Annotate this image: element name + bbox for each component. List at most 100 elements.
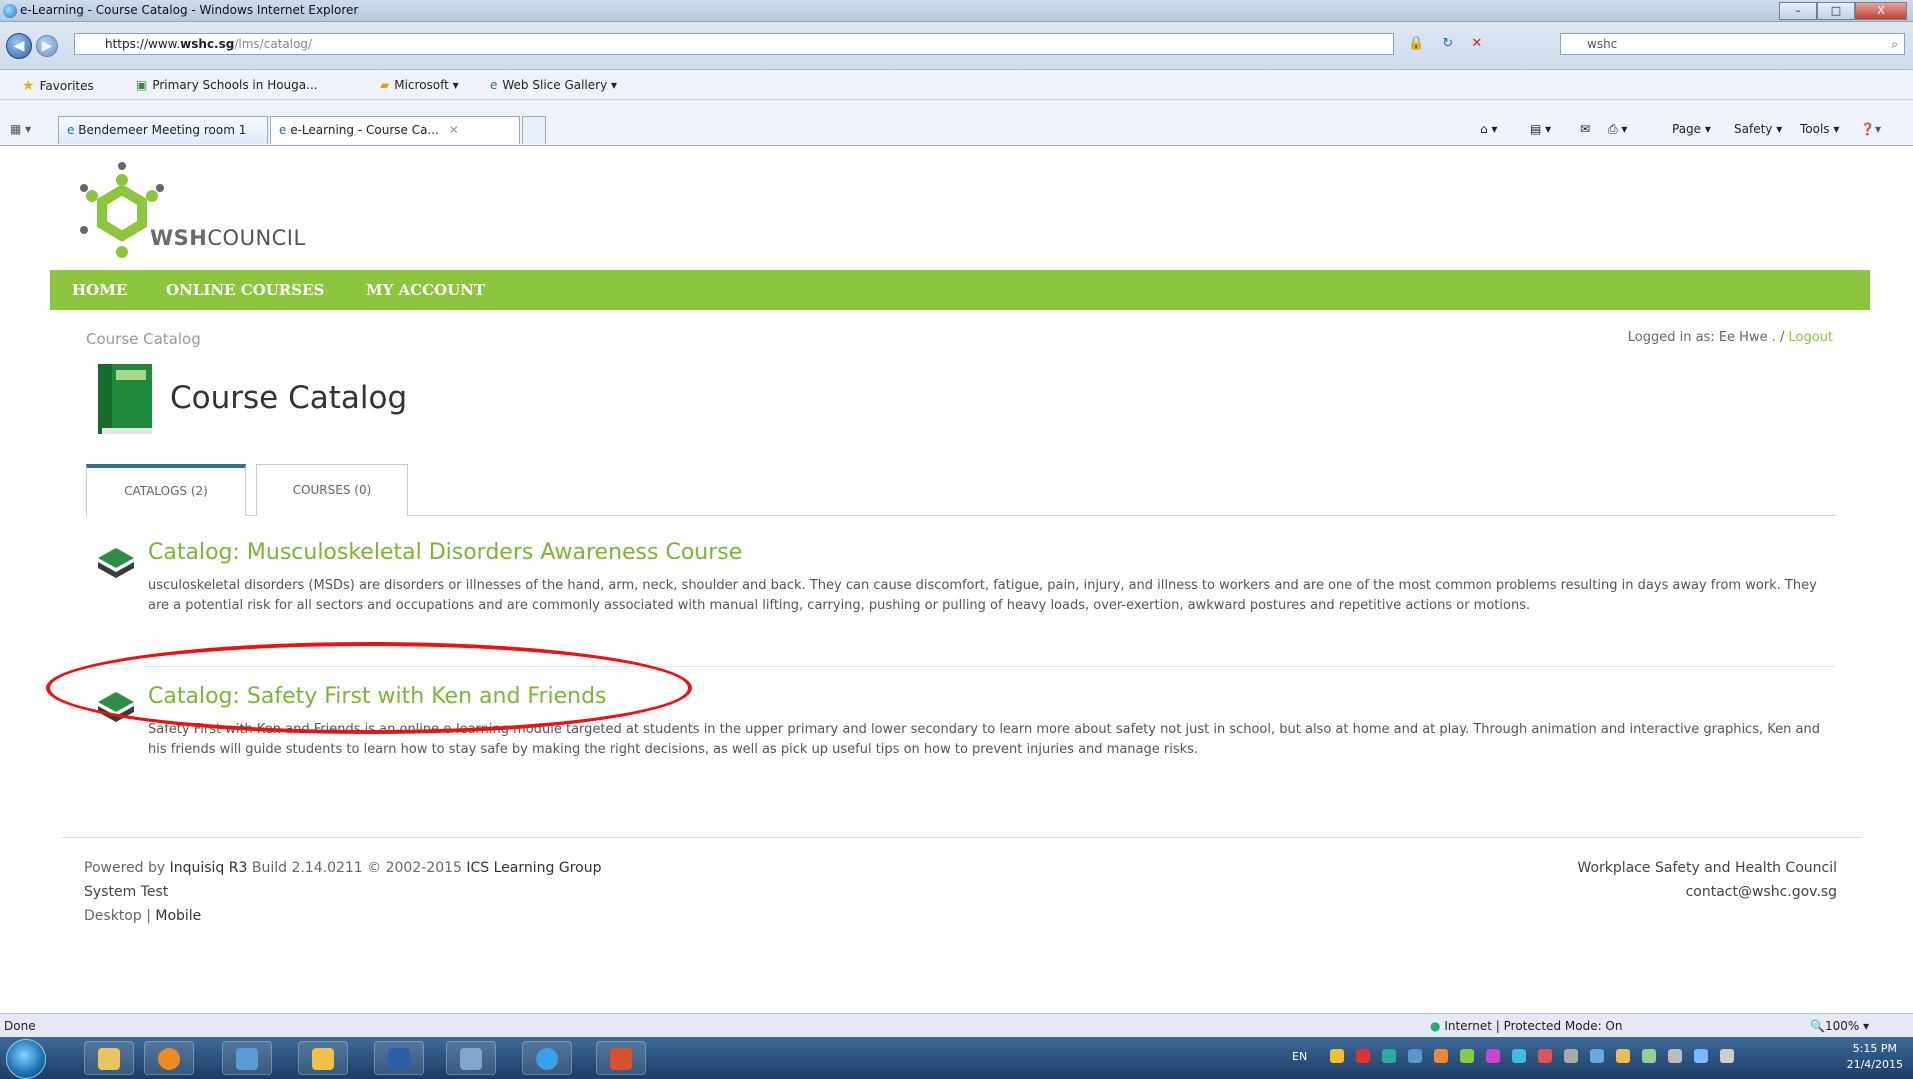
- minimize-button[interactable]: –: [1779, 2, 1817, 20]
- tray-icon[interactable]: [1538, 1049, 1552, 1063]
- maximize-button[interactable]: □: [1817, 2, 1855, 20]
- web-page-icon: ▣: [136, 78, 148, 92]
- logout-link[interactable]: Logout: [1788, 330, 1833, 345]
- communicator-taskbar-icon[interactable]: [222, 1041, 272, 1075]
- org-name: Workplace Safety and Health Council: [1577, 860, 1837, 876]
- search-value: wshc: [1587, 37, 1618, 51]
- main-nav: HOME ONLINE COURSES MY ACCOUNT: [50, 270, 1870, 310]
- clock-date: 21/4/2015: [1846, 1058, 1903, 1071]
- browser-tab-elearning[interactable]: e e-Learning - Course Ca... ✕: [270, 116, 520, 144]
- tray-icon[interactable]: [1616, 1049, 1630, 1063]
- mail-icon[interactable]: ✉: [1580, 122, 1590, 136]
- folder-icon: ▰: [380, 78, 390, 92]
- nav-home[interactable]: HOME: [72, 281, 127, 299]
- outlook-taskbar-icon[interactable]: [298, 1041, 348, 1075]
- zoom-control[interactable]: 🔍100% ▾: [1810, 1019, 1869, 1033]
- security-zone[interactable]: ● Internet | Protected Mode: On: [1430, 1019, 1622, 1033]
- powerpoint-taskbar-icon[interactable]: [596, 1041, 646, 1075]
- internet-explorer-taskbar-icon[interactable]: [522, 1041, 572, 1075]
- powered-product[interactable]: Inquisiq R3: [170, 860, 248, 876]
- tray-icon[interactable]: [1408, 1049, 1422, 1063]
- status-bar: Done ● Internet | Protected Mode: On 🔍10…: [0, 1013, 1913, 1037]
- browser-tab-bendemeer[interactable]: e Bendemeer Meeting room 1: [58, 116, 268, 144]
- speaker-icon[interactable]: [1720, 1049, 1734, 1063]
- tray-icon[interactable]: [1382, 1049, 1396, 1063]
- close-tab-icon[interactable]: ✕: [449, 123, 459, 137]
- page-title: Course Catalog: [170, 380, 408, 416]
- powered-prefix: Powered by: [84, 860, 170, 876]
- tools-menu[interactable]: Tools ▾: [1800, 122, 1839, 136]
- safety-menu[interactable]: Safety ▾: [1734, 122, 1782, 136]
- tray-icon[interactable]: [1330, 1049, 1344, 1063]
- logo-text-bold: WSH: [150, 226, 208, 250]
- catalog-item: Catalog: Musculoskeletal Disorders Aware…: [96, 540, 1826, 650]
- quick-tabs-icon[interactable]: ▦ ▾: [10, 122, 31, 136]
- media-player-taskbar-icon[interactable]: [144, 1041, 194, 1075]
- back-button[interactable]: ◀: [6, 33, 32, 59]
- address-bar[interactable]: https://www.wshc.sg/lms/catalog/: [74, 33, 1394, 55]
- tray-icon[interactable]: [1642, 1049, 1656, 1063]
- mobile-link[interactable]: Mobile: [155, 908, 201, 924]
- home-icon[interactable]: ⌂ ▾: [1480, 122, 1497, 136]
- favorites-item-label: Primary Schools in Houga...: [152, 78, 318, 92]
- tab-courses[interactable]: COURSES (0): [256, 464, 408, 516]
- language-indicator[interactable]: EN: [1292, 1050, 1307, 1063]
- lock-icon[interactable]: 🔒: [1408, 36, 1424, 51]
- new-tab-button[interactable]: [522, 116, 546, 144]
- tray-icon[interactable]: [1564, 1049, 1578, 1063]
- search-icon[interactable]: ⌕: [1891, 34, 1898, 54]
- start-button[interactable]: [6, 1039, 46, 1079]
- print-icon[interactable]: ⎙ ▾: [1608, 122, 1627, 137]
- address-actions: 🔒 ↻ ✕: [1408, 36, 1482, 51]
- stop-icon[interactable]: ✕: [1471, 36, 1482, 51]
- favorites-bar: ★ Favorites ▣ Primary Schools in Houga..…: [0, 70, 1913, 100]
- windows-taskbar: EN 5:15 PM 21/4/2015: [0, 1037, 1913, 1079]
- logo-text: WSHCOUNCIL: [150, 226, 306, 250]
- catalog-book-icon: [98, 364, 152, 434]
- address-prefix: https://www.: [105, 37, 181, 51]
- tray-icon[interactable]: [1668, 1049, 1682, 1063]
- window-title: e-Learning - Course Catalog - Windows In…: [20, 3, 359, 17]
- taskbar-clock[interactable]: 5:15 PM 21/4/2015: [1847, 1041, 1903, 1073]
- page-menu[interactable]: Page ▾: [1672, 122, 1711, 136]
- explorer-taskbar-icon[interactable]: [84, 1041, 134, 1075]
- breadcrumb[interactable]: Course Catalog: [86, 330, 201, 348]
- tray-icon[interactable]: [1460, 1049, 1474, 1063]
- feeds-icon[interactable]: ▤ ▾: [1530, 122, 1551, 136]
- contact-email[interactable]: contact@wshc.gov.sg: [1686, 884, 1837, 900]
- tab-catalogs[interactable]: CATALOGS (2): [86, 464, 246, 516]
- tray-icon[interactable]: [1590, 1049, 1604, 1063]
- desktop-link[interactable]: Desktop: [84, 908, 142, 924]
- ie-page-icon: e: [67, 123, 75, 137]
- catalog-title-link[interactable]: Catalog: Musculoskeletal Disorders Aware…: [148, 540, 742, 565]
- footer-divider: [62, 837, 1862, 838]
- close-button[interactable]: X: [1855, 2, 1907, 20]
- favorites-item-label: Web Slice Gallery ▾: [502, 78, 618, 92]
- favorites-item-primary-schools[interactable]: ▣ Primary Schools in Houga...: [136, 78, 318, 92]
- star-icon: ★: [22, 78, 35, 94]
- word-taskbar-icon[interactable]: [374, 1041, 424, 1075]
- help-icon[interactable]: ❓▾: [1860, 122, 1881, 136]
- catalog-description: usculoskeletal disorders (MSDs) are diso…: [148, 578, 1817, 613]
- favorites-label: Favorites: [39, 79, 94, 93]
- browser-tab-bar: ▦ ▾ e Bendemeer Meeting room 1 e e-Learn…: [0, 100, 1913, 146]
- favorites-item-microsoft[interactable]: ▰ Microsoft ▾: [380, 78, 459, 92]
- ie-page-icon: e: [490, 78, 498, 92]
- nav-online-courses[interactable]: ONLINE COURSES: [166, 281, 324, 299]
- app-taskbar-icon[interactable]: [446, 1041, 496, 1075]
- tray-icon[interactable]: [1356, 1049, 1370, 1063]
- forward-button[interactable]: ▶: [36, 35, 58, 57]
- ie-logo-icon: [3, 4, 17, 18]
- refresh-icon[interactable]: ↻: [1442, 36, 1453, 51]
- favorites-button[interactable]: ★ Favorites: [22, 78, 94, 94]
- tray-icon[interactable]: [1512, 1049, 1526, 1063]
- search-input[interactable]: wshc ⌕: [1560, 33, 1905, 55]
- tray-icon[interactable]: [1694, 1049, 1708, 1063]
- red-annotation-oval: [46, 642, 692, 734]
- nav-my-account[interactable]: MY ACCOUNT: [366, 281, 485, 299]
- globe-icon: ●: [1430, 1019, 1441, 1033]
- tray-icon[interactable]: [1486, 1049, 1500, 1063]
- favorites-item-web-slice[interactable]: e Web Slice Gallery ▾: [490, 78, 617, 92]
- tray-icon[interactable]: [1434, 1049, 1448, 1063]
- powered-company[interactable]: ICS Learning Group: [466, 860, 601, 876]
